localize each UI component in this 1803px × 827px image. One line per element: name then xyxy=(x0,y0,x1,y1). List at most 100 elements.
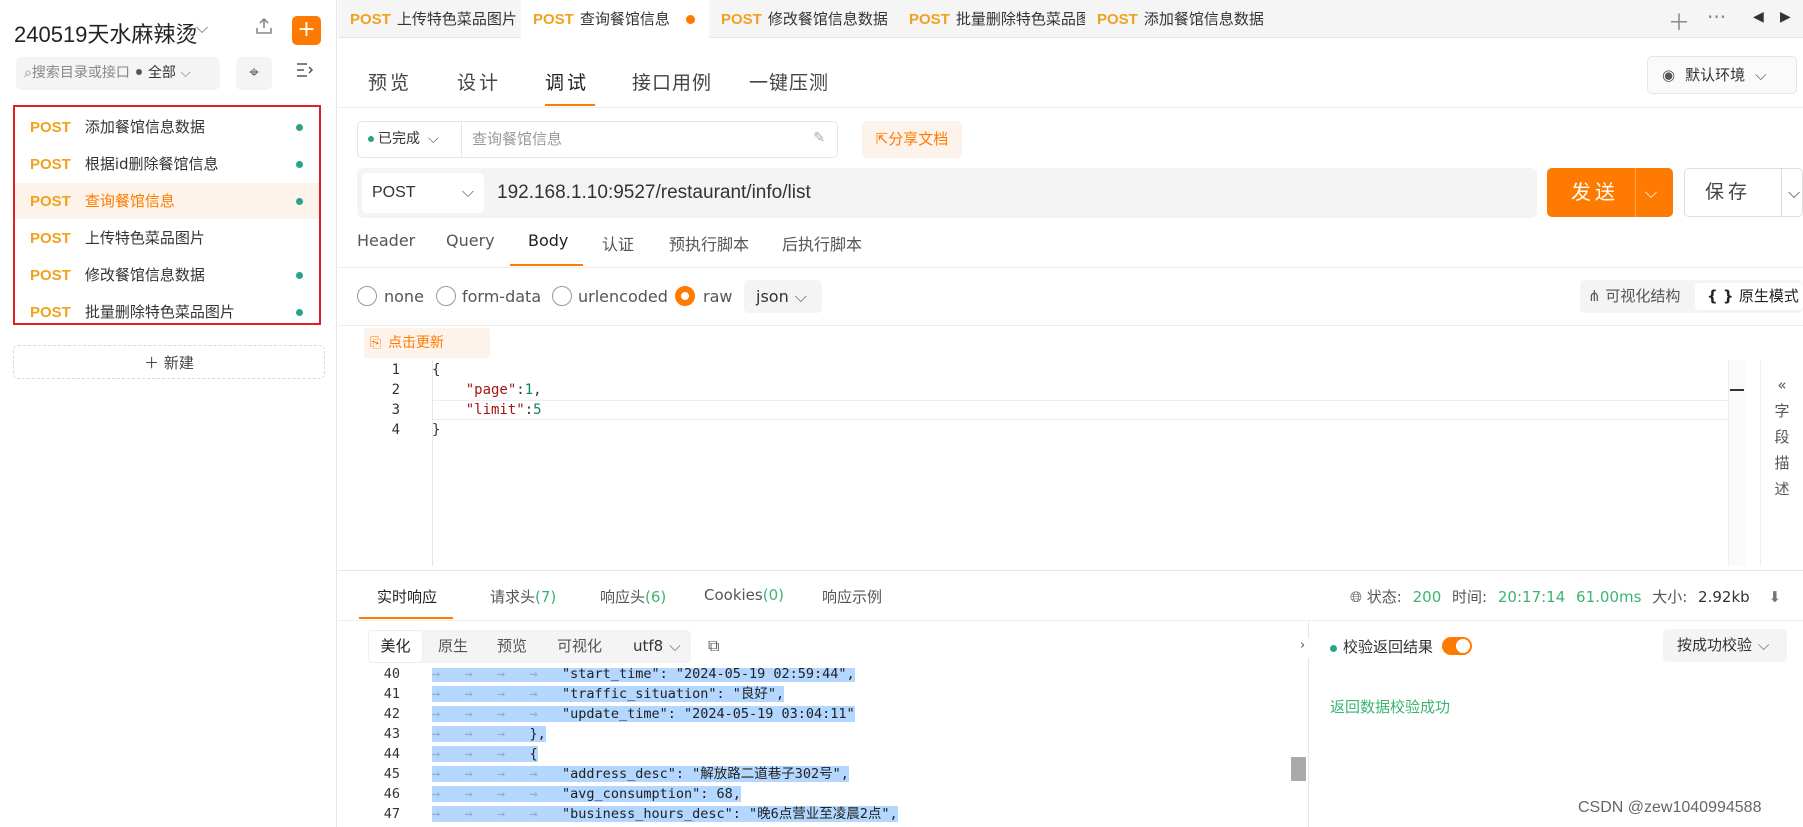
count-badge: (0) xyxy=(762,586,784,604)
view-preview[interactable]: 预览 xyxy=(497,630,527,663)
field-description-panel-toggle[interactable]: « 字段描述 xyxy=(1760,360,1803,566)
api-item-update[interactable]: POST 修改餐馆信息数据 xyxy=(15,257,319,293)
method-select[interactable]: POST ⌵ xyxy=(362,173,484,213)
watermark: CSDN @zew1040994588 xyxy=(1578,799,1762,816)
project-title[interactable]: 240519天水麻辣烫 xyxy=(14,17,197,49)
active-reqtab-underline xyxy=(510,264,583,266)
view-beautify[interactable]: 美化 xyxy=(368,630,423,663)
reqtab-auth[interactable]: 认证 xyxy=(602,231,634,255)
api-name: 查询餐馆信息 xyxy=(84,192,175,210)
eye-icon: ◉ xyxy=(1662,66,1676,84)
api-name-input[interactable]: 查询餐馆信息 xyxy=(472,122,562,157)
radio-form-data[interactable] xyxy=(436,286,456,306)
add-button[interactable]: + xyxy=(292,16,321,45)
export-icon[interactable] xyxy=(250,16,278,44)
unsaved-dot xyxy=(685,15,695,24)
gutter-divider xyxy=(432,360,433,566)
tab-add[interactable]: POST 添加餐馆信息数据 xyxy=(1085,0,1273,38)
refresh-button[interactable]: ⎘ 点击更新 xyxy=(364,328,490,358)
visual-structure-button[interactable]: ⋔ 可视化结构 xyxy=(1588,280,1680,313)
filter-select[interactable]: 全部 xyxy=(148,65,176,81)
locate-icon[interactable]: ⌖ xyxy=(236,57,272,90)
api-item-add[interactable]: POST 添加餐馆信息数据 xyxy=(15,109,319,145)
size-label: 大小: xyxy=(1652,588,1688,606)
chevron-down-icon[interactable]: ⌵ xyxy=(1645,168,1657,217)
split-divider xyxy=(1635,168,1636,217)
code-line: → → → }, xyxy=(432,726,546,742)
status-dot xyxy=(296,198,303,205)
share-doc-button[interactable]: ⇱分享文档 xyxy=(862,121,962,158)
reqtab-query[interactable]: Query xyxy=(446,231,495,250)
line-number: 41 xyxy=(383,686,400,702)
resptab-resp-headers[interactable]: 响应头(6) xyxy=(600,586,666,607)
resptab-live[interactable]: 实时响应 xyxy=(377,586,437,607)
api-item-query[interactable]: POST 查询餐馆信息 xyxy=(15,183,319,219)
response-body[interactable]: 40 41 42 43 44 45 46 47 → → → → "start_t… xyxy=(338,668,1308,827)
resptab-examples[interactable]: 响应示例 xyxy=(822,586,882,607)
share-label: 分享文档 xyxy=(888,130,949,148)
resptab-cookies[interactable]: Cookies(0) xyxy=(704,586,784,604)
collapse-tree-icon[interactable] xyxy=(292,60,318,88)
mode-design[interactable]: 设计 xyxy=(457,68,501,95)
mode-debug[interactable]: 调试 xyxy=(545,68,589,95)
copy-icon[interactable]: ⧉ xyxy=(708,636,719,656)
download-icon[interactable]: ⬇ xyxy=(1768,588,1781,606)
url-input[interactable]: 192.168.1.10:9527/restaurant/info/list xyxy=(497,168,811,218)
radio-urlencoded[interactable] xyxy=(552,286,572,306)
reqtab-post-script[interactable]: 后执行脚本 xyxy=(782,231,862,255)
radio-none-label: none xyxy=(384,287,424,306)
reqtab-body[interactable]: Body xyxy=(528,231,568,250)
chevron-down-icon: ⌵ xyxy=(428,131,439,147)
mode-test-case[interactable]: 接口用例 xyxy=(632,68,712,95)
validate-mode-select[interactable]: 按成功校验 ⌵ xyxy=(1663,629,1787,662)
mode-stress-test[interactable]: 一键压测 xyxy=(749,68,829,95)
mode-preview[interactable]: 预览 xyxy=(368,68,412,95)
encoding-value: utf8 xyxy=(633,637,664,655)
tab-batch-delete[interactable]: POST 批量删除特色菜品图片 xyxy=(897,0,1085,38)
resptab-req-headers[interactable]: 请求头(7) xyxy=(490,586,556,607)
response-scrollbar-thumb[interactable] xyxy=(1291,757,1306,781)
tab-query[interactable]: POST 查询餐馆信息 xyxy=(521,0,709,38)
api-item-delete-by-id[interactable]: POST 根据id删除餐馆信息 xyxy=(15,146,319,182)
code-line: } xyxy=(432,422,441,438)
tab-upload[interactable]: POST 上传特色菜品图片 xyxy=(338,0,521,38)
tab-prev-icon[interactable]: ◀ xyxy=(1753,9,1764,25)
encoding-select[interactable]: utf8 ⌵ xyxy=(619,630,691,663)
reqtab-pre-script[interactable]: 预执行脚本 xyxy=(669,231,749,255)
body-format-select[interactable]: json ⌵ xyxy=(744,280,822,313)
raw-mode-button[interactable]: { } 原生模式 xyxy=(1695,283,1803,310)
api-list: POST 添加餐馆信息数据 POST 根据id删除餐馆信息 POST 查询餐馆信息 P… xyxy=(13,105,321,325)
sidebar: 240519天水麻辣烫 ⌵ + ⌕搜索目录或接口 全部 ⌵ ⌖ POST 添加餐馆信… xyxy=(0,0,337,827)
tab-next-icon[interactable]: ▶ xyxy=(1780,9,1791,25)
chevron-down-icon: ⌵ xyxy=(1755,66,1767,84)
chevron-down-icon[interactable]: ⌵ xyxy=(1788,169,1800,216)
chevron-down-icon: ⌵ xyxy=(1758,636,1770,654)
radio-raw-label: raw xyxy=(703,287,733,306)
send-button[interactable]: 发送 ⌵ xyxy=(1547,168,1673,217)
resptab-label: 请求头 xyxy=(490,588,536,606)
save-button[interactable]: 保存 ⌵ xyxy=(1684,168,1803,217)
environment-select[interactable]: ◉ 默认环境 ⌵ xyxy=(1647,56,1797,94)
body-editor[interactable]: 1 2 3 4 { "page":1, "limit":5 } xyxy=(338,360,1728,566)
view-visual[interactable]: 可视化 xyxy=(557,630,602,663)
status-select[interactable]: 已完成 ⌵ xyxy=(358,122,462,157)
new-tab-icon[interactable]: ＋ xyxy=(1668,5,1690,37)
view-raw[interactable]: 原生 xyxy=(438,630,468,663)
more-icon[interactable]: ··· xyxy=(1707,5,1726,29)
new-button[interactable]: ＋ 新建 xyxy=(13,345,325,379)
api-item-batch-delete[interactable]: POST 批量删除特色菜品图片 xyxy=(15,294,319,330)
split-divider xyxy=(1781,169,1782,216)
chevron-right-icon[interactable]: › xyxy=(1300,638,1316,658)
send-label: 发送 xyxy=(1571,180,1619,204)
line-number: 2 xyxy=(391,382,400,398)
search-input[interactable]: ⌕搜索目录或接口 全部 ⌵ xyxy=(16,57,220,90)
edit-icon[interactable]: ✎ xyxy=(813,130,825,146)
radio-form-data-label: form-data xyxy=(462,287,542,306)
tab-update[interactable]: POST 修改餐馆信息数据 xyxy=(709,0,897,38)
validate-toggle[interactable] xyxy=(1442,637,1472,655)
radio-raw[interactable] xyxy=(675,286,695,306)
chevron-down-icon[interactable]: ⌵ xyxy=(196,18,208,38)
reqtab-header[interactable]: Header xyxy=(357,231,415,250)
api-item-upload[interactable]: POST 上传特色菜品图片 xyxy=(15,220,319,256)
radio-none[interactable] xyxy=(357,286,377,306)
